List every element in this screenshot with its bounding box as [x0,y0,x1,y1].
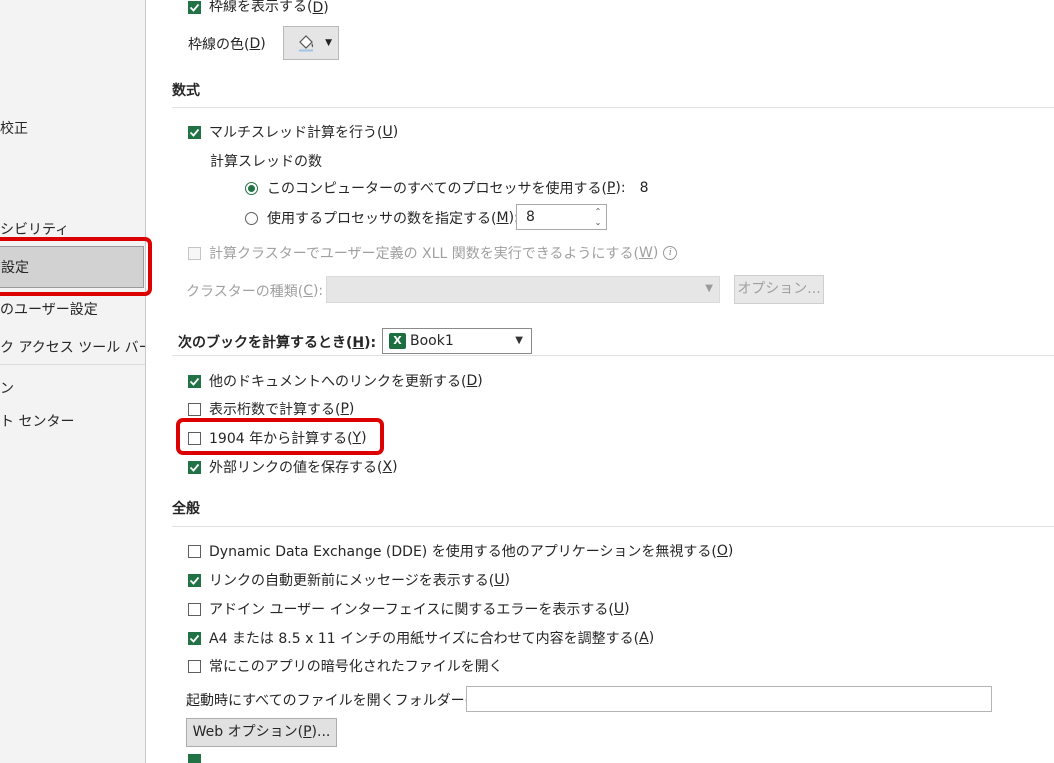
update-prompt-checkbox[interactable] [188,573,201,587]
gridline-color-button[interactable]: ▼ [283,26,339,60]
precision-option[interactable]: 表示桁数で計算する(P) [188,399,354,419]
formulas-heading: 数式 [172,83,200,99]
update-links-option[interactable]: 他のドキュメントへのリンクを更新する(D) [188,371,483,391]
options-nav-pane: 校正 シビリティ 設定 のユーザー設定 ク アクセス ツール バー ン ト セン… [0,0,146,763]
general-heading: 全般 [172,501,200,517]
save-external-checkbox[interactable] [188,460,201,474]
gridline-color-row: 枠線の色(D) [188,36,266,53]
partial-checkbox[interactable] [188,754,201,763]
multithread-option[interactable]: マルチスレッド計算を行う(U) [188,122,398,142]
spin-down-icon[interactable]: ⌄ [593,217,603,228]
nav-item-accessibility[interactable]: シビリティ [0,219,69,239]
cluster-type-select[interactable]: ▼ [326,276,720,303]
encrypted-files-checkbox[interactable] [188,659,201,673]
web-options-button[interactable]: Web オプション(P)... [186,718,337,747]
cluster-options-button[interactable]: オプション... [734,275,824,304]
cluster-type-row: クラスターの種類(C): [186,283,324,300]
show-gridlines-checkbox[interactable] [188,1,201,14]
xll-cluster-checkbox[interactable] [188,246,201,260]
addin-errors-option[interactable]: アドイン ユーザー インターフェイスに関するエラーを表示する(U) [188,599,630,619]
startup-folder-row: 起動時にすべてのファイルを開くフォルダー(L): [186,692,488,709]
dde-checkbox[interactable] [188,544,201,558]
xll-cluster-option[interactable]: 計算クラスターでユーザー定義の XLL 関数を実行できるようにする(W) i [188,243,678,263]
processor-count-spinner[interactable]: 8 ⌃ ⌄ [516,204,607,230]
manual-processors-option[interactable]: 使用するプロセッサの数を指定する(M): [245,208,519,228]
workbook-select[interactable]: X Book1 ▼ [382,328,532,354]
paper-size-option[interactable]: A4 または 8.5 x 11 インチの用紙サイズに合わせて内容を調整する(A) [188,628,654,648]
section-divider [172,526,1054,527]
save-external-option[interactable]: 外部リンクの値を保存する(X) [188,457,398,477]
update-links-checkbox[interactable] [188,374,201,388]
info-icon: i [663,246,678,260]
nav-separator [0,364,145,365]
update-prompt-option[interactable]: リンクの自動更新前にメッセージを表示する(U) [188,570,510,590]
chevron-down-icon: ▼ [325,38,332,48]
section-divider [172,355,1054,356]
excel-icon: X [389,333,406,349]
manual-processors-radio[interactable] [245,211,258,225]
chevron-down-icon: ▼ [705,283,713,294]
nav-item-customize-ribbon[interactable]: のユーザー設定 [0,299,98,319]
dde-option[interactable]: Dynamic Data Exchange (DDE) を使用する他のアプリケー… [188,541,733,561]
paper-size-checkbox[interactable] [188,631,201,645]
threads-label: 計算スレッドの数 [210,154,322,170]
chevron-down-icon: ▼ [515,335,523,346]
show-gridlines-label: 枠線を表示する( [209,0,313,15]
nav-item-add-ins[interactable]: ン [0,378,14,398]
section-divider [172,107,1054,108]
processor-count: 8 [639,180,649,196]
gridline-color-label: 枠線の色( [188,37,250,53]
show-gridlines-option[interactable]: 枠線を表示する(D) [188,0,329,16]
all-processors-radio[interactable] [245,181,258,195]
highlight-advanced [0,237,152,296]
startup-folder-input[interactable] [466,686,992,712]
nav-item-trust-center[interactable]: ト センター [0,411,74,431]
workbook-heading: 次のブックを計算するとき(H): [178,335,377,351]
nav-item-quick-access-toolbar[interactable]: ク アクセス ツール バー [0,337,145,357]
highlight-1904-option [176,418,384,455]
spin-up-icon[interactable]: ⌃ [593,206,603,217]
nav-item-proofing[interactable]: 校正 [0,118,28,138]
precision-checkbox[interactable] [188,402,201,416]
paint-bucket-icon [296,34,316,56]
addin-errors-checkbox[interactable] [188,602,201,616]
encrypted-files-option[interactable]: 常にこのアプリの暗号化されたファイルを開く [188,656,503,676]
all-processors-option[interactable]: このコンピューターのすべてのプロセッサを使用する(P): 8 [245,178,648,198]
multithread-checkbox[interactable] [188,125,201,139]
